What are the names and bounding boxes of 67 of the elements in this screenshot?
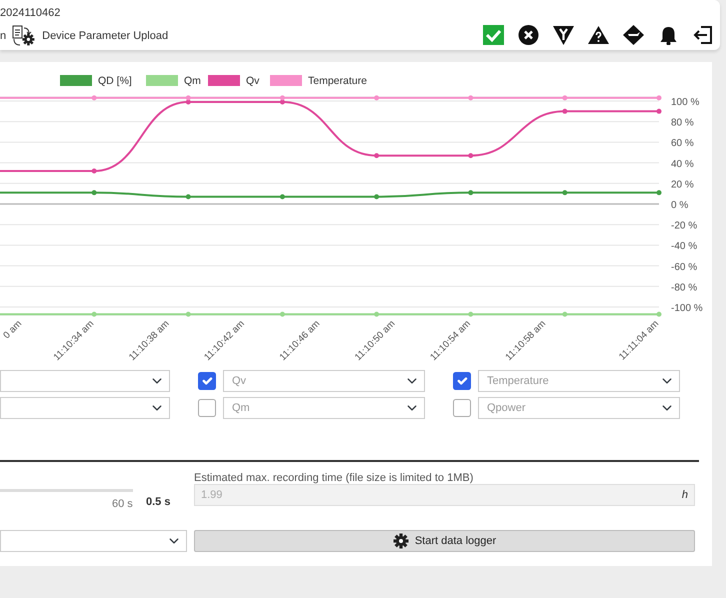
data-point — [374, 153, 380, 158]
interval-value: 0.5 s — [146, 495, 170, 510]
legend-swatch[interactable] — [208, 75, 240, 86]
estimate-field[interactable]: 1.99 h — [194, 484, 695, 506]
data-point — [92, 95, 97, 100]
bell-icon[interactable] — [658, 25, 679, 45]
menu-item[interactable]: Device Parameter Upload — [42, 28, 168, 44]
start-button[interactable]: Start data logger — [194, 530, 695, 552]
legend-label[interactable]: Temperature — [308, 75, 367, 87]
data-point — [468, 190, 474, 196]
legend-label[interactable]: Qm — [184, 75, 201, 87]
checkbox[interactable] — [198, 399, 216, 417]
mode-select[interactable] — [0, 530, 187, 552]
data-point — [186, 312, 191, 317]
legend-swatch[interactable] — [270, 75, 302, 86]
legend-label[interactable]: QD [%] — [98, 75, 132, 87]
logout-icon[interactable] — [693, 25, 714, 45]
checkbox[interactable] — [198, 372, 216, 390]
data-point — [656, 312, 662, 317]
checkbox[interactable] — [453, 372, 471, 390]
data-point — [92, 312, 97, 317]
data-point — [562, 312, 568, 317]
serial-number: 2024110462 — [0, 6, 60, 21]
data-point — [92, 190, 97, 196]
data-point — [656, 108, 662, 114]
data-point — [468, 153, 474, 158]
axis-label: -60 % — [671, 262, 698, 273]
data-point — [186, 194, 191, 200]
data-point — [468, 95, 474, 100]
axis-label: 40 % — [671, 158, 694, 170]
legend-swatch[interactable] — [60, 75, 92, 86]
close-icon[interactable] — [518, 25, 539, 45]
slider-track[interactable] — [0, 489, 133, 492]
checkbox[interactable] — [453, 399, 471, 417]
data-point — [468, 312, 474, 317]
axis-label: -20 % — [671, 220, 698, 232]
data-point — [280, 312, 285, 317]
data-point — [280, 194, 285, 200]
axis-label: 60 % — [671, 138, 694, 150]
legend-label[interactable]: Qv — [246, 75, 260, 87]
gear-icon — [392, 533, 409, 549]
axis-label: 0 % — [671, 200, 688, 211]
axis-label: 80 % — [671, 118, 694, 129]
data-point — [562, 108, 568, 114]
document-sync-icon[interactable] — [12, 25, 36, 47]
slider-max-label: 60 s — [112, 497, 133, 512]
data-point — [656, 190, 662, 196]
data-point — [374, 312, 380, 317]
axis-label: -40 % — [671, 241, 698, 252]
check-icon[interactable] — [483, 25, 504, 45]
data-point — [92, 168, 97, 174]
axis-label: -80 % — [671, 282, 698, 294]
axis-label: 100 % — [671, 97, 700, 108]
field-label: Estimated max. recording time (file size is limited to 1MB) — [194, 471, 474, 486]
channel-select[interactable] — [0, 397, 170, 419]
channel-select[interactable] — [0, 370, 170, 392]
data-point — [656, 95, 662, 100]
axis-label: 20 % — [671, 179, 694, 190]
data-point — [562, 95, 568, 100]
axis-label: -100 % — [671, 303, 703, 314]
axis-label: 0 am — [1, 318, 24, 342]
data-point — [374, 95, 380, 100]
data-point — [374, 194, 380, 200]
menu-item[interactable]: n — [0, 28, 6, 44]
data-point — [562, 190, 568, 196]
help-triangle-icon[interactable] — [588, 25, 609, 45]
legend-swatch[interactable] — [146, 75, 178, 86]
